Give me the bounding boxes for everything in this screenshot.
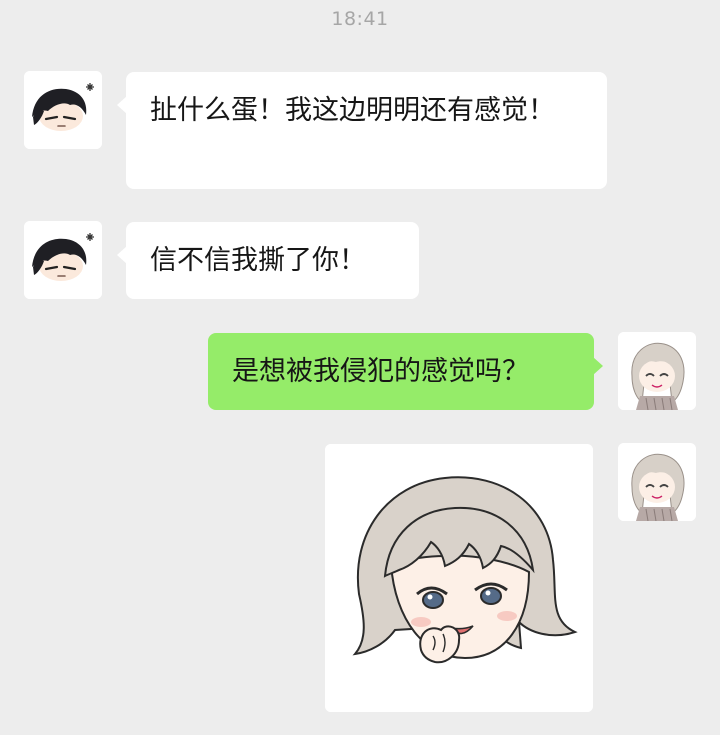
chat-timestamp: 18:41 (331, 8, 389, 30)
contact-avatar[interactable] (24, 71, 102, 149)
contact-avatar[interactable] (24, 221, 102, 299)
dark-haired-character-avatar-icon (24, 221, 102, 299)
self-avatar[interactable] (618, 443, 696, 521)
incoming-message-bubble[interactable]: 信不信我撕了你！ (117, 222, 419, 299)
message-text: 信不信我撕了你！ (150, 245, 366, 276)
self-avatar[interactable] (618, 332, 696, 410)
message-text: 是想被我侵犯的感觉吗？ (232, 356, 529, 387)
light-haired-character-avatar-icon (618, 443, 696, 521)
smiling-character-sticker-icon (325, 444, 593, 712)
light-haired-character-avatar-icon (618, 332, 696, 410)
dark-haired-character-avatar-icon (24, 71, 102, 149)
sticker-message[interactable] (325, 444, 593, 712)
message-text: 扯什么蛋！我这边明明还有感觉！ (150, 95, 555, 126)
incoming-message-bubble[interactable]: 扯什么蛋！我这边明明还有感觉！ (117, 72, 607, 189)
outgoing-message-bubble[interactable]: 是想被我侵犯的感觉吗？ (208, 333, 603, 410)
